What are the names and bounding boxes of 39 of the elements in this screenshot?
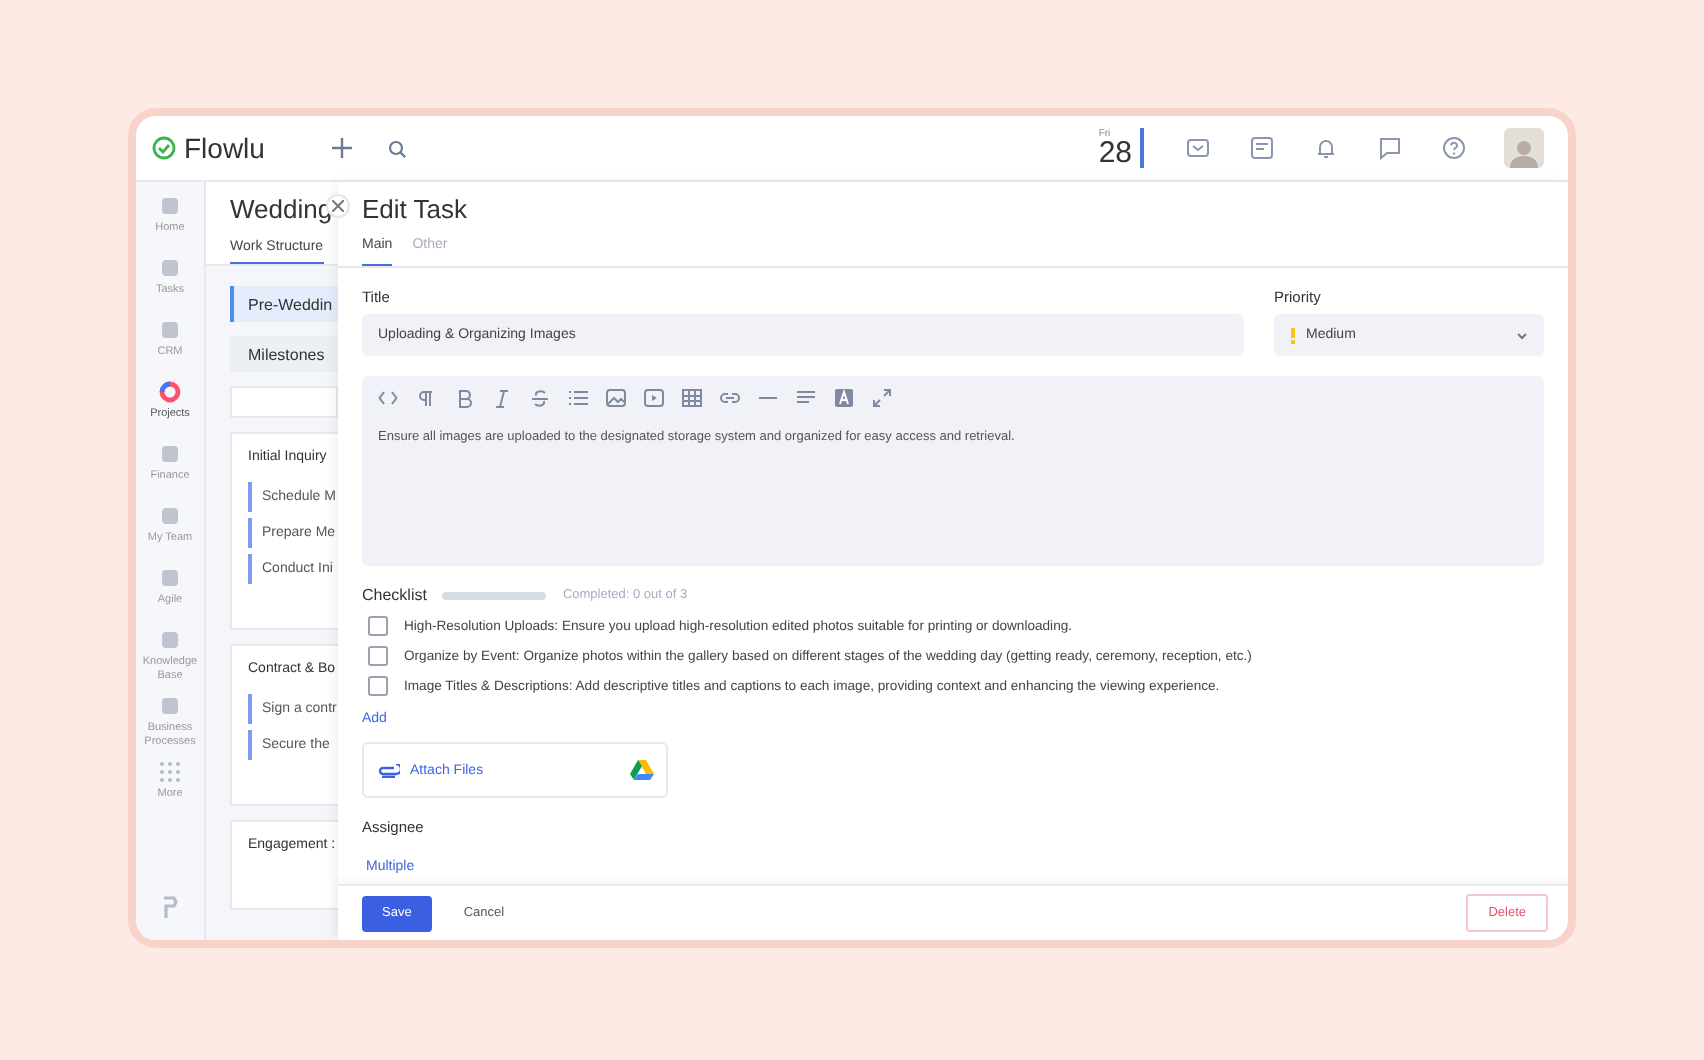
checkbox[interactable] [368, 676, 388, 696]
list-icon[interactable] [568, 388, 588, 408]
project-title: Wedding [230, 194, 335, 224]
ring-icon [158, 380, 182, 404]
text-color-icon[interactable] [834, 388, 854, 408]
note-icon[interactable] [1250, 136, 1274, 160]
plus-icon[interactable] [332, 138, 353, 158]
chevron-down-icon [1516, 331, 1528, 339]
search-icon[interactable] [388, 139, 407, 157]
chat-icon[interactable] [1378, 136, 1402, 160]
help-icon[interactable] [1442, 136, 1466, 160]
image-icon[interactable] [606, 388, 626, 408]
video-icon[interactable] [644, 388, 664, 408]
paperclip-icon [376, 763, 400, 777]
strikethrough-icon[interactable] [530, 388, 550, 408]
align-left-icon[interactable] [796, 388, 816, 408]
code-icon[interactable] [378, 388, 398, 408]
drive-triangle-icon[interactable] [630, 760, 654, 780]
check-shield-icon [152, 136, 176, 160]
close-icon [332, 200, 344, 212]
stage-tab[interactable]: Pre-Weddin [230, 286, 338, 322]
flag-icon[interactable] [160, 896, 180, 920]
grid-icon [158, 760, 182, 784]
checkbox[interactable] [368, 616, 388, 636]
table-icon[interactable] [682, 388, 702, 408]
paragraph-icon[interactable] [416, 388, 436, 408]
checkbox[interactable] [368, 646, 388, 666]
stage-tab[interactable]: Milestones [230, 336, 338, 372]
avatar[interactable] [1504, 128, 1544, 168]
italic-icon[interactable] [492, 388, 512, 408]
bold-icon[interactable] [454, 388, 474, 408]
mail-icon[interactable] [1186, 136, 1210, 160]
day-number: 28 [1098, 140, 1132, 168]
bell-icon[interactable] [1314, 136, 1338, 160]
link-icon[interactable] [720, 388, 740, 408]
drawer-title: Edit Task [362, 194, 470, 224]
app-name: Flowlu [184, 132, 265, 164]
section-label: Checklist [362, 586, 427, 604]
expand-icon[interactable] [872, 388, 892, 408]
